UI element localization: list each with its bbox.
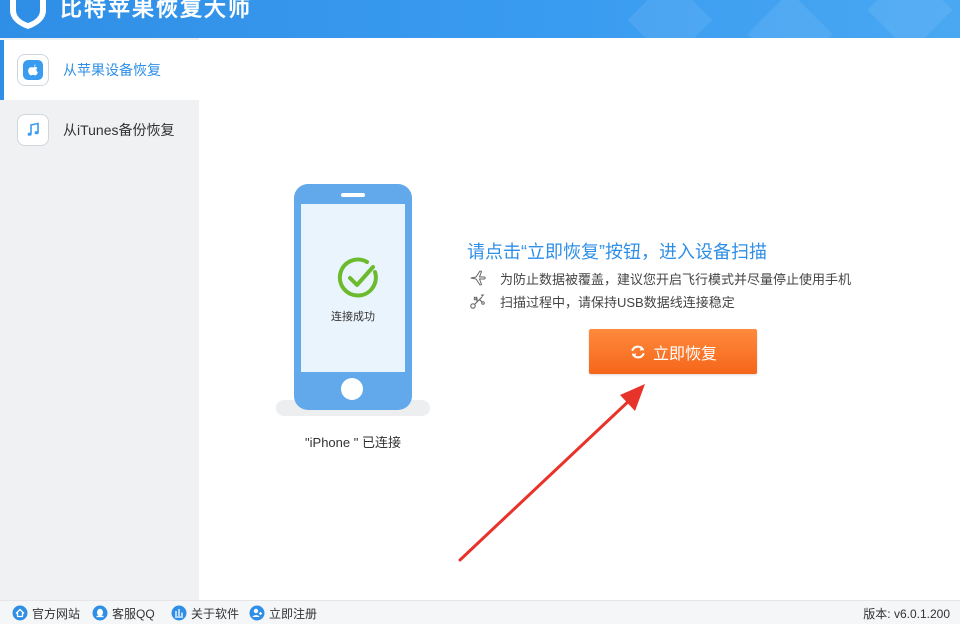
sidebar-item-device-recovery[interactable]: 从苹果设备恢复: [0, 40, 199, 100]
customer-service-qq-link[interactable]: 客服QQ: [92, 603, 155, 623]
refresh-icon: [629, 343, 647, 361]
tip-text: 为防止数据被覆盖，建议您开启飞行模式并尽量停止使用手机: [500, 271, 852, 287]
about-software-link[interactable]: 关于软件: [171, 603, 239, 623]
usb-icon: [468, 292, 488, 310]
sidebar-item-itunes-recovery[interactable]: 从iTunes备份恢复: [0, 100, 199, 160]
phone-illustration: 连接成功: [294, 184, 412, 410]
instruction-heading: 请点击“立即恢复”按钮，进入设备扫描: [467, 242, 767, 262]
footer-link-label: 官方网站: [32, 606, 81, 621]
app-logo-icon: [10, 0, 46, 29]
background-decoration: [627, 0, 713, 38]
background-decoration: [747, 0, 833, 38]
footer-link-label: 关于软件: [191, 606, 240, 621]
status-bar: 官方网站 客服QQ 关于软件 立即注册 版本: v6.0.1.200: [0, 600, 960, 624]
info-icon: [171, 605, 187, 621]
footer-link-label: 立即注册: [269, 606, 318, 621]
music-note-icon: [17, 114, 49, 146]
check-circle-icon: [337, 257, 378, 298]
official-website-link[interactable]: 官方网站: [12, 603, 80, 623]
background-decoration: [867, 0, 953, 38]
sidebar-item-label: 从苹果设备恢复: [63, 62, 161, 78]
version-label: 版本: v6.0.1.200: [863, 606, 950, 621]
tip-text: 扫描过程中，请保持USB数据线连接稳定: [500, 294, 735, 310]
recover-now-button[interactable]: 立即恢复: [589, 329, 757, 374]
home-icon: [12, 605, 28, 621]
sidebar: 从苹果设备恢复 从iTunes备份恢复: [0, 38, 199, 600]
register-now-link[interactable]: 立即注册: [249, 603, 317, 623]
tip-item: 扫描过程中，请保持USB数据线连接稳定: [468, 292, 735, 310]
title-bar: 比特苹果恢复大师: [0, 0, 960, 38]
device-caption: "iPhone " 已连接: [305, 435, 401, 450]
footer-link-label: 客服QQ: [112, 606, 155, 621]
connection-status: 连接成功: [331, 311, 375, 323]
app-title: 比特苹果恢复大师: [60, 0, 253, 21]
phone-home-button: [341, 378, 363, 400]
apple-icon: [17, 54, 49, 86]
phone-speaker: [341, 193, 365, 197]
recover-button-label: 立即恢复: [652, 345, 717, 363]
tip-item: 为防止数据被覆盖，建议您开启飞行模式并尽量停止使用手机: [468, 269, 851, 287]
qq-icon: [92, 605, 108, 621]
airplane-icon: [468, 269, 488, 287]
phone-screen: 连接成功: [301, 204, 405, 372]
register-icon: [249, 605, 265, 621]
sidebar-item-label: 从iTunes备份恢复: [63, 122, 175, 138]
